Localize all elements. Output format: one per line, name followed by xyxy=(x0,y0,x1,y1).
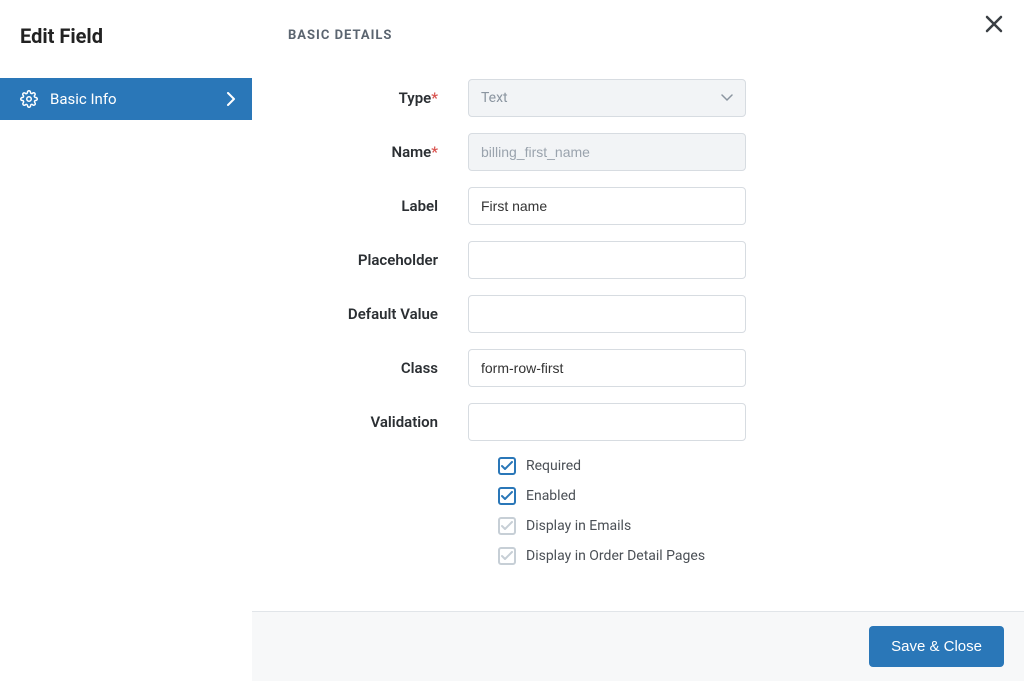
checkbox-icon xyxy=(498,517,516,535)
default-value-input[interactable] xyxy=(468,295,746,333)
chevron-down-icon xyxy=(721,90,733,106)
section-title: BASIC DETAILS xyxy=(288,28,988,43)
main-panel: BASIC DETAILS Type* Text xyxy=(252,0,1024,681)
checkbox-icon xyxy=(498,487,516,505)
chevron-right-icon xyxy=(226,92,236,106)
type-label: Type* xyxy=(288,89,468,107)
type-value: Text xyxy=(481,90,508,106)
validation-input[interactable] xyxy=(468,403,746,441)
checkbox-required[interactable]: Required xyxy=(498,457,988,475)
checkbox-label: Display in Emails xyxy=(526,518,631,534)
checkbox-label: Required xyxy=(526,458,581,474)
checkbox-enabled[interactable]: Enabled xyxy=(498,487,988,505)
class-input[interactable] xyxy=(468,349,746,387)
checkbox-icon xyxy=(498,547,516,565)
sidebar-item-basic-info[interactable]: Basic Info xyxy=(0,78,252,120)
default-value-label: Default Value xyxy=(288,305,468,323)
gear-icon xyxy=(20,90,38,108)
placeholder-label: Placeholder xyxy=(288,251,468,269)
checkbox-icon xyxy=(498,457,516,475)
footer: Save & Close xyxy=(252,611,1024,681)
checkbox-display-emails[interactable]: Display in Emails xyxy=(498,517,988,535)
page-title: Edit Field xyxy=(0,0,252,78)
placeholder-input[interactable] xyxy=(468,241,746,279)
checkbox-display-order-pages[interactable]: Display in Order Detail Pages xyxy=(498,547,988,565)
save-close-button[interactable]: Save & Close xyxy=(869,626,1004,667)
checkbox-label: Display in Order Detail Pages xyxy=(526,548,705,564)
validation-label: Validation xyxy=(288,413,468,431)
close-button[interactable] xyxy=(984,14,1004,38)
label-label: Label xyxy=(288,197,468,215)
name-input xyxy=(468,133,746,171)
label-input[interactable] xyxy=(468,187,746,225)
sidebar: Edit Field Basic Info xyxy=(0,0,252,681)
type-select[interactable]: Text xyxy=(468,79,746,117)
checkbox-label: Enabled xyxy=(526,488,576,504)
sidebar-item-label: Basic Info xyxy=(50,90,226,108)
class-label: Class xyxy=(288,359,468,377)
name-label: Name* xyxy=(288,143,468,161)
